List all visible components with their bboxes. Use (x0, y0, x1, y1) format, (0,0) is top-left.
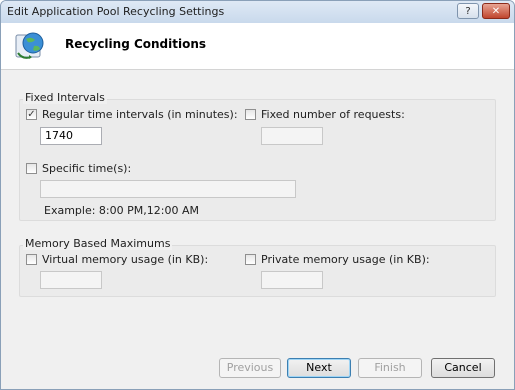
fixed-requests-label: Fixed number of requests: (261, 108, 405, 121)
specific-times-checkbox-row[interactable]: Specific time(s): (26, 162, 226, 177)
fixed-requests-input[interactable] (261, 127, 323, 145)
virtual-memory-label: Virtual memory usage (in KB): (42, 253, 209, 266)
regular-time-input[interactable]: 1740 (40, 127, 102, 145)
help-button[interactable]: ? (457, 3, 479, 19)
fixed-requests-checkbox-row[interactable]: Fixed number of requests: (245, 108, 445, 123)
virtual-memory-input[interactable] (40, 271, 102, 289)
cancel-button[interactable]: Cancel (431, 358, 495, 378)
specific-times-input[interactable] (40, 180, 296, 198)
example-text: Example: 8:00 PM,12:00 AM (44, 204, 199, 217)
regular-time-checkbox-row[interactable]: ✓ Regular time intervals (in minutes): (26, 108, 238, 123)
page-title: Recycling Conditions (65, 37, 207, 51)
memory-maximums-label: Memory Based Maximums (23, 237, 173, 250)
previous-button[interactable]: Previous (219, 358, 281, 378)
regular-time-label: Regular time intervals (in minutes): (42, 108, 238, 121)
regular-time-checkbox[interactable]: ✓ (26, 109, 37, 120)
window-title: Edit Application Pool Recycling Settings (7, 5, 225, 18)
fixed-requests-checkbox[interactable] (245, 109, 256, 120)
finish-button[interactable]: Finish (358, 358, 422, 378)
virtual-memory-checkbox[interactable] (26, 254, 37, 265)
dialog-window: Edit Application Pool Recycling Settings… (0, 0, 515, 390)
close-button[interactable]: ✕ (482, 3, 510, 19)
private-memory-checkbox[interactable] (245, 254, 256, 265)
private-memory-label: Private memory usage (in KB): (261, 253, 430, 266)
header-panel: Recycling Conditions (1, 23, 514, 70)
title-bar[interactable]: Edit Application Pool Recycling Settings… (1, 1, 514, 24)
virtual-memory-checkbox-row[interactable]: Virtual memory usage (in KB): (26, 253, 226, 268)
private-memory-input[interactable] (261, 271, 323, 289)
specific-times-label: Specific time(s): (42, 162, 132, 175)
specific-times-checkbox[interactable] (26, 163, 37, 174)
fixed-intervals-label: Fixed Intervals (23, 91, 107, 104)
globe-recycle-icon (15, 32, 44, 59)
private-memory-checkbox-row[interactable]: Private memory usage (in KB): (245, 253, 445, 268)
next-button[interactable]: Next (287, 358, 351, 378)
